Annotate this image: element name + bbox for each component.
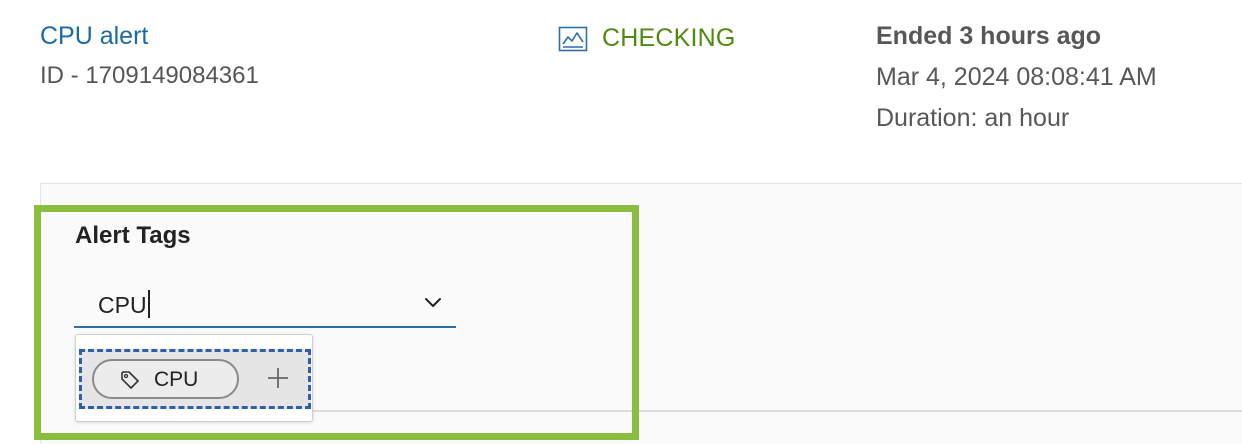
line-chart-icon (558, 26, 588, 51)
alert-id: ID - 1709149084361 (40, 62, 259, 89)
status-text: CHECKING (602, 24, 736, 52)
tag-icon (121, 371, 139, 389)
tags-input-value: CPU (98, 292, 147, 318)
status-indicator: CHECKING (558, 24, 736, 53)
ended-text: Ended 3 hours ago (876, 22, 1102, 50)
alert-name-link[interactable]: CPU alert (40, 22, 148, 51)
tag-chip[interactable]: CPU (92, 359, 239, 399)
dropdown-option-cpu[interactable]: CPU (79, 349, 311, 409)
tags-combobox[interactable]: CPU (74, 282, 456, 328)
plus-icon[interactable] (266, 366, 290, 390)
duration-text: Duration: an hour (876, 104, 1070, 132)
tags-search-input[interactable]: CPU (98, 290, 150, 319)
alert-tags-label: Alert Tags (75, 222, 191, 249)
tags-dropdown: CPU (75, 334, 313, 422)
chevron-down-icon[interactable] (424, 296, 442, 310)
timing-info: Ended 3 hours ago Mar 4, 2024 08:08:41 A… (876, 22, 1157, 133)
tag-chip-label: CPU (154, 368, 199, 391)
text-caret (147, 290, 150, 318)
alert-header: CPU alert ID - 1709149084361 CHECKING En… (0, 0, 1242, 184)
ended-date: Mar 4, 2024 08:08:41 AM (876, 63, 1157, 91)
